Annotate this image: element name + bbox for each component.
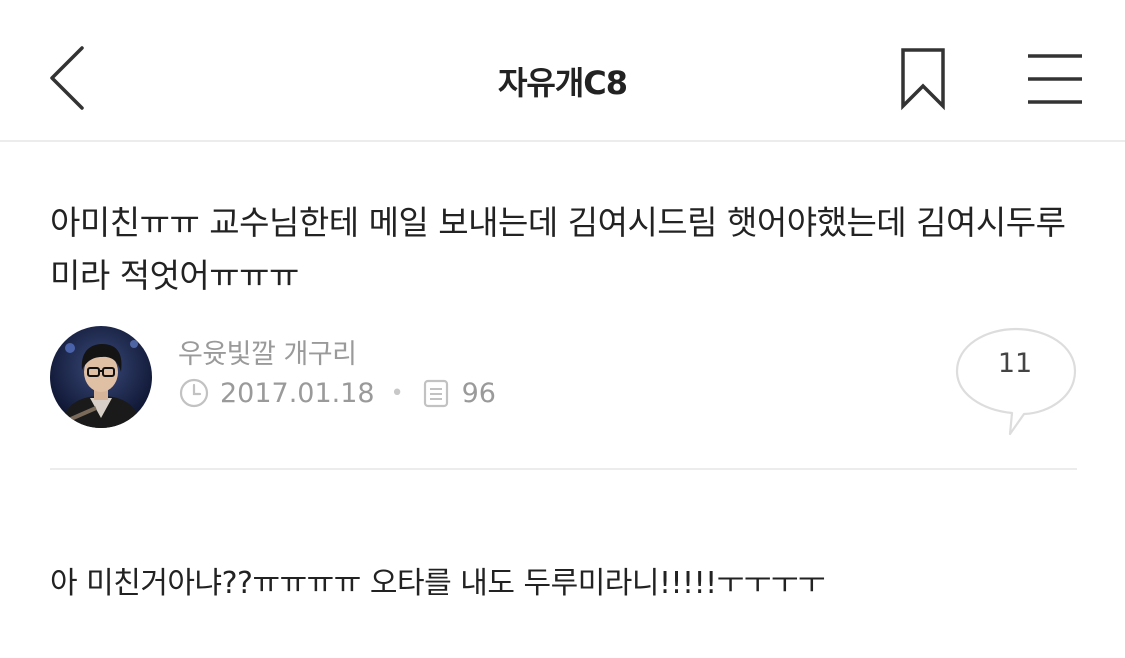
comment-button[interactable] <box>954 326 1078 438</box>
hamburger-menu-icon <box>1028 54 1082 104</box>
bookmark-button[interactable] <box>895 44 951 114</box>
view-count-icon <box>423 379 448 408</box>
avatar-image <box>50 326 152 428</box>
post-date: 2017.01.18 <box>220 377 375 409</box>
bookmark-icon <box>901 48 945 111</box>
post-title: 아미친ㅠㅠ 교수님한테 메일 보내는데 김여시드림 햇어야했는데 김여시두루미라… <box>50 203 1066 295</box>
speech-bubble-icon <box>955 327 1077 436</box>
post-meta: 2017.01.18 • 96 <box>178 375 496 411</box>
clock-icon <box>179 378 209 408</box>
content-divider <box>50 468 1077 470</box>
menu-button[interactable] <box>1024 50 1086 108</box>
comment-count: 11 <box>997 348 1033 379</box>
post-body: 아 미친거아냐??ㅠㅠㅠㅠ 오타를 내도 두루미라니!!!!!ㅜㅜㅜㅜ <box>50 566 826 601</box>
meta-separator: • <box>390 380 404 406</box>
view-count: 96 <box>461 377 496 409</box>
board-title: 자유개C8 <box>497 64 628 102</box>
author-name[interactable]: 우윳빛깔 개구리 <box>178 332 357 371</box>
top-app-bar: 자유개C8 <box>0 0 1125 142</box>
author-avatar[interactable] <box>50 326 152 428</box>
